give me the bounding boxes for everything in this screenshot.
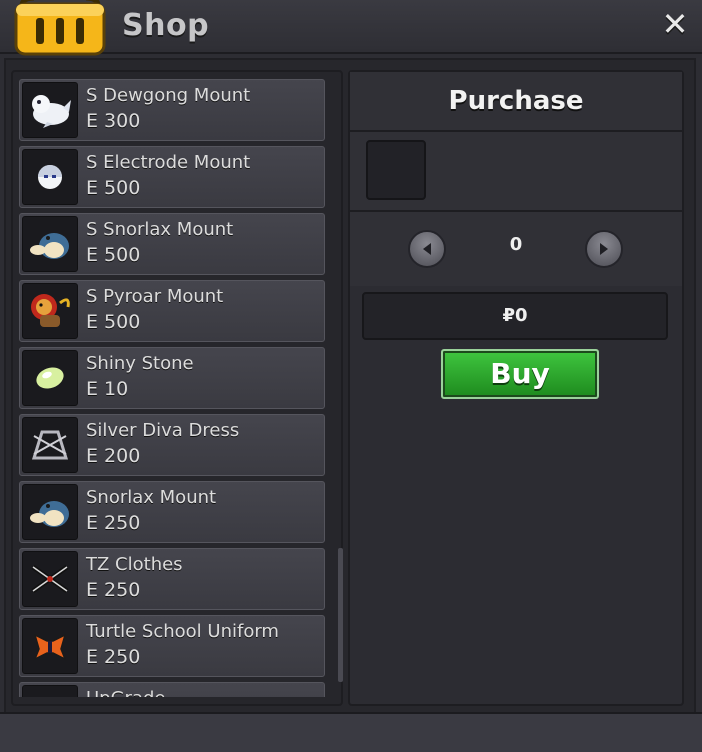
selected-item-row [350,132,682,212]
electrode-icon [22,149,78,205]
purchase-header: Purchase [350,72,682,132]
list-item[interactable]: Silver Diva Dress Ε 200 [19,414,325,476]
item-price-value: 250 [104,579,141,601]
pyroar-icon [22,283,78,339]
item-price: Ε 250 [86,579,140,601]
list-item[interactable]: Snorlax Mount Ε 250 [19,481,325,543]
item-price: Ε 500 [86,311,140,333]
dewgong-icon [22,82,78,138]
item-name: TZ Clothes [86,554,183,575]
item-price-value: 300 [104,110,141,132]
item-price-value: 500 [104,177,141,199]
currency-symbol: Ε [86,646,99,668]
currency-symbol: Ε [86,512,99,534]
list-item[interactable]: Turtle School Uniform Ε 250 [19,615,325,677]
snorlax-icon [22,216,78,272]
quantity-stepper: 0 [350,212,682,286]
list-item[interactable]: S Electrode Mount Ε 500 [19,146,325,208]
item-price-value: 500 [104,244,141,266]
item-name: Silver Diva Dress [86,420,240,441]
list-item[interactable]: S Dewgong Mount Ε 300 [19,79,325,141]
item-price: Ε 250 [86,512,140,534]
diva-dress-icon [22,417,78,473]
window-bottom-edge [0,712,702,752]
close-button[interactable]: ✕ [660,8,690,40]
shop-item-list-viewport[interactable]: S Dewgong Mount Ε 300 S Electrode Mount Ε… [19,79,331,697]
currency-symbol: Ε [86,110,99,132]
list-item[interactable]: S Snorlax Mount Ε 500 [19,213,325,275]
item-name: Turtle School Uniform [86,621,279,642]
item-price: Ε 250 [86,646,140,668]
item-name: S Electrode Mount [86,152,251,173]
total-price: ₽0 [502,305,528,326]
title-bar[interactable]: Shop ✕ [0,0,702,56]
arrow-right-icon [600,243,608,255]
list-scrollbar[interactable] [338,548,343,682]
buy-button-label: Buy [490,357,550,390]
item-name: S Pyroar Mount [86,286,224,307]
item-price: Ε 10 [86,378,128,400]
window-title: Shop [122,8,210,43]
shop-window: Shop ✕ S Dewgong Mount Ε 300 S Electrode… [0,0,702,752]
item-name: S Snorlax Mount [86,219,234,240]
item-price-value: 250 [104,646,141,668]
item-name: UpGrade [86,688,165,697]
item-price: Ε 500 [86,244,140,266]
selected-item-slot [366,140,426,200]
arrow-left-icon [423,243,431,255]
purchase-title: Purchase [448,86,584,116]
item-price-value: 500 [104,311,141,333]
currency-symbol: Ε [86,177,99,199]
currency-symbol: Ε [86,311,99,333]
currency-symbol: Ε [86,445,99,467]
list-item[interactable]: UpGrade Ε [19,682,325,697]
item-price: Ε 300 [86,110,140,132]
shiny-stone-icon [22,350,78,406]
decrease-quantity-button[interactable] [408,230,446,268]
item-name: S Dewgong Mount [86,85,251,106]
tz-clothes-icon [22,551,78,607]
currency-symbol: Ε [86,579,99,601]
shop-item-list[interactable]: S Dewgong Mount Ε 300 S Electrode Mount Ε… [11,70,343,706]
list-item[interactable]: Shiny Stone Ε 10 [19,347,325,409]
buy-button[interactable]: Buy [441,349,599,399]
currency-symbol: Ε [86,244,99,266]
item-price-value: 200 [104,445,141,467]
item-name: Snorlax Mount [86,487,217,508]
shop-basket-icon [14,0,106,56]
item-price-value: 10 [104,378,129,400]
increase-quantity-button[interactable] [585,230,623,268]
currency-symbol: Ε [86,378,99,400]
total-price-box: ₽0 [362,292,668,340]
snorlax-icon [22,484,78,540]
item-price: Ε 200 [86,445,140,467]
list-item[interactable]: S Pyroar Mount Ε 500 [19,280,325,342]
purchase-panel: Purchase 0 ₽0 Buy [348,70,684,706]
upgrade-icon [22,685,78,697]
item-price: Ε 500 [86,177,140,199]
quantity-value[interactable]: 0 [468,234,564,255]
item-price-value: 250 [104,512,141,534]
list-item[interactable]: TZ Clothes Ε 250 [19,548,325,610]
item-name: Shiny Stone [86,353,194,374]
school-uniform-icon [22,618,78,674]
